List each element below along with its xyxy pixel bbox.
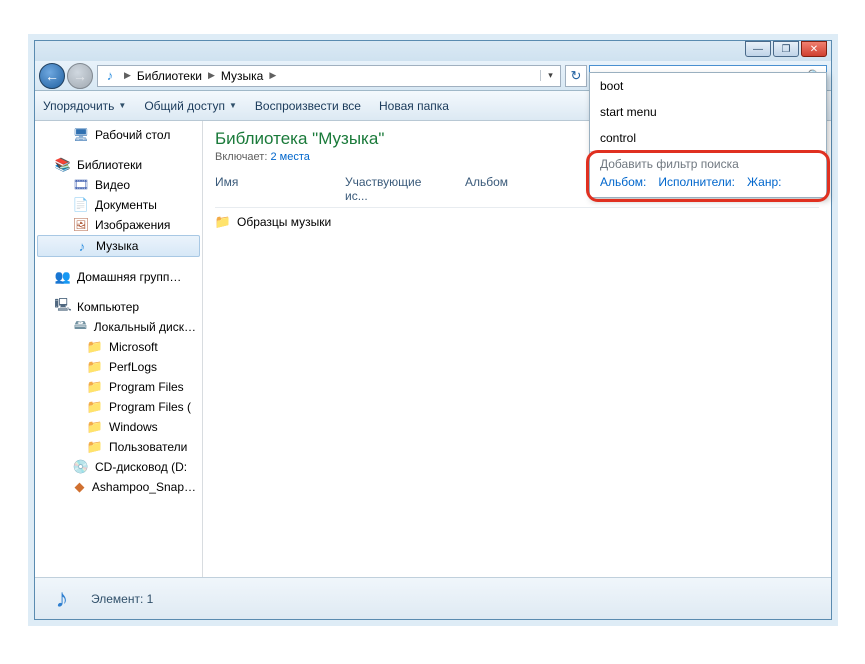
sidebar-item-documents[interactable]: 📄Документы — [35, 195, 202, 215]
sidebar-item-homegroup[interactable]: 👥Домашняя групп… — [35, 267, 202, 287]
share-menu[interactable]: Общий доступ▼ — [144, 99, 237, 113]
filter-title: Добавить фильтр поиска — [600, 157, 816, 171]
sidebar-item-windows[interactable]: 📁Windows — [35, 417, 202, 437]
column-artists[interactable]: Участвующие ис... — [345, 175, 465, 203]
chevron-right-icon[interactable]: ▶ — [265, 70, 280, 81]
image-icon: 🖼 — [73, 217, 89, 233]
cd-icon: 💿 — [73, 459, 89, 475]
breadcrumb[interactable]: ♪ ▶ Библиотеки ▶ Музыка ▶ ▾ — [97, 65, 561, 87]
document-icon: 📄 — [73, 197, 89, 213]
chevron-down-icon: ▼ — [229, 101, 237, 110]
chevron-right-icon[interactable]: ▶ — [204, 70, 219, 81]
nav-forward-button[interactable]: → — [67, 63, 93, 89]
status-bar: ♪ Элемент: 1 — [35, 577, 831, 619]
search-suggestions-dropdown: boot start menu control Добавить фильтр … — [589, 72, 827, 198]
refresh-button[interactable]: ↻ — [565, 65, 587, 87]
navigation-pane: 🖥Рабочий стол 📚Библиотеки 🎞Видео 📄Докуме… — [35, 121, 203, 577]
folder-icon: 📁 — [87, 359, 103, 375]
folder-icon: 📁 — [87, 339, 103, 355]
new-folder-button[interactable]: Новая папка — [379, 99, 449, 113]
folder-icon: 📁 — [87, 399, 103, 415]
filter-album-link[interactable]: Альбом: — [600, 175, 646, 189]
filter-artists-link[interactable]: Исполнители: — [658, 175, 735, 189]
sidebar-item-libraries[interactable]: 📚Библиотеки — [35, 155, 202, 175]
chevron-right-icon[interactable]: ▶ — [120, 70, 135, 81]
sidebar-item-music[interactable]: ♪Музыка — [37, 235, 200, 257]
music-icon: ♪ — [45, 582, 79, 616]
sidebar-item-video[interactable]: 🎞Видео — [35, 175, 202, 195]
folder-icon: 📁 — [215, 214, 231, 230]
list-item[interactable]: 📁 Образцы музыки — [215, 208, 819, 236]
play-all-button[interactable]: Воспроизвести все — [255, 99, 361, 113]
sidebar-item-computer[interactable]: 🖳Компьютер — [35, 297, 202, 317]
sidebar-item-users[interactable]: 📁Пользователи — [35, 437, 202, 457]
sidebar-item-ashampoo[interactable]: ◆Ashampoo_Snap… — [35, 477, 202, 497]
app-icon: ◆ — [73, 479, 86, 495]
sidebar-item-perflogs[interactable]: 📁PerfLogs — [35, 357, 202, 377]
folder-icon: 📁 — [87, 439, 103, 455]
breadcrumb-dropdown[interactable]: ▾ — [540, 70, 556, 81]
sidebar-item-localdisk[interactable]: 🖴Локальный диск… — [35, 317, 202, 337]
status-text: Элемент: 1 — [91, 592, 153, 606]
sidebar-item-microsoft[interactable]: 📁Microsoft — [35, 337, 202, 357]
folder-icon: 📁 — [87, 419, 103, 435]
computer-icon: 🖳 — [55, 299, 71, 315]
homegroup-icon: 👥 — [55, 269, 71, 285]
maximize-button[interactable]: ❐ — [773, 41, 799, 57]
sidebar-item-desktop[interactable]: 🖥Рабочий стол — [35, 125, 202, 145]
titlebar[interactable]: — ❐ ✕ — [35, 41, 831, 61]
nav-back-button[interactable]: ← — [39, 63, 65, 89]
sidebar-item-cd[interactable]: 💿CD-дисковод (D: — [35, 457, 202, 477]
disk-icon: 🖴 — [73, 319, 88, 335]
music-icon: ♪ — [102, 68, 118, 84]
organize-menu[interactable]: Упорядочить▼ — [43, 99, 126, 113]
chevron-down-icon: ▼ — [118, 101, 126, 110]
sidebar-item-images[interactable]: 🖼Изображения — [35, 215, 202, 235]
column-name[interactable]: Имя — [215, 175, 345, 203]
desktop-icon: 🖥 — [73, 127, 89, 143]
breadcrumb-libraries[interactable]: Библиотеки — [137, 69, 202, 83]
libraries-icon: 📚 — [55, 157, 71, 173]
search-filter-section: Добавить фильтр поиска Альбом: Исполните… — [590, 152, 826, 197]
item-name: Образцы музыки — [237, 215, 331, 229]
includes-link[interactable]: 2 места — [270, 151, 309, 163]
minimize-button[interactable]: — — [745, 41, 771, 57]
music-icon: ♪ — [74, 238, 90, 254]
sidebar-item-progfiles2[interactable]: 📁Program Files ( — [35, 397, 202, 417]
sidebar-item-progfiles[interactable]: 📁Program Files — [35, 377, 202, 397]
search-history-item[interactable]: boot — [590, 73, 826, 99]
filter-genre-link[interactable]: Жанр: — [747, 175, 782, 189]
breadcrumb-music[interactable]: Музыка — [221, 69, 263, 83]
search-history-item[interactable]: start menu — [590, 99, 826, 125]
video-icon: 🎞 — [73, 177, 89, 193]
folder-icon: 📁 — [87, 379, 103, 395]
search-history-item[interactable]: control — [590, 125, 826, 151]
close-button[interactable]: ✕ — [801, 41, 827, 57]
column-album[interactable]: Альбом — [465, 175, 545, 203]
